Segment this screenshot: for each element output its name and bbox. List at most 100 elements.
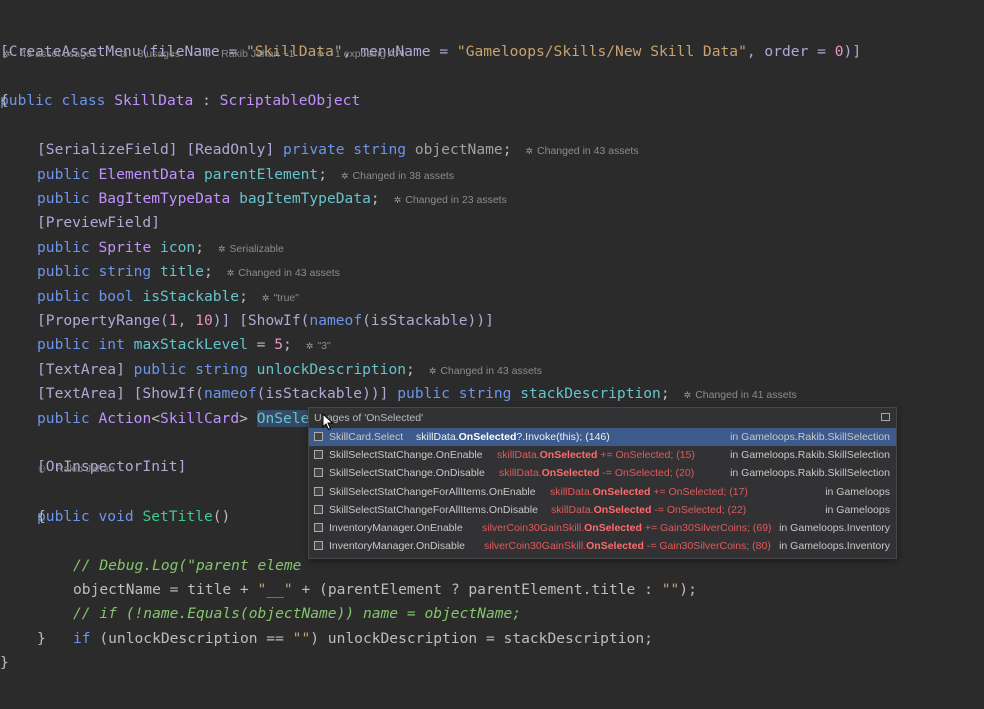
code-line[interactable]: public ElementData parentElement; ✲ Change… bbox=[37, 139, 454, 183]
code-token: "" bbox=[292, 630, 311, 647]
code-line[interactable]: [PreviewField] bbox=[37, 187, 160, 231]
code-token: Action bbox=[98, 410, 152, 427]
close-brace: } bbox=[0, 654, 9, 671]
code-token: > bbox=[239, 410, 257, 427]
usage-name: SkillSelectStatChangeForAllItems.OnEnabl… bbox=[329, 485, 536, 498]
code-brace[interactable]: { bbox=[37, 505, 46, 529]
pin-icon[interactable] bbox=[881, 413, 890, 421]
code-file-icon bbox=[314, 468, 323, 478]
code-token: ); bbox=[679, 581, 697, 598]
code-file-icon bbox=[314, 522, 323, 532]
code-line[interactable]: public BagItemTypeData bagItemTypeData; ✲… bbox=[37, 163, 507, 207]
usage-location: in Gameloops.Rakib.SkillSelection bbox=[730, 431, 890, 443]
usages-link[interactable]: ⊡ 8 usages bbox=[120, 48, 190, 60]
api-icon: ⟳ bbox=[317, 49, 325, 59]
usage-row[interactable]: SkillSelectStatChange.OnEnable skillData… bbox=[309, 446, 896, 464]
code-token: ScriptableObject bbox=[219, 92, 361, 109]
inlay-hint[interactable]: ✲ Changed in 23 assets bbox=[394, 194, 507, 206]
mouse-cursor-icon bbox=[322, 413, 334, 431]
usage-code: silverCoin30GainSkill.OnSelected += Gain… bbox=[482, 521, 772, 534]
usage-code: skillData.OnSelected -= OnSelected; (20) bbox=[499, 467, 695, 480]
usage-location: in Gameloops.Rakib.SkillSelection bbox=[730, 467, 890, 480]
author-link[interactable]: ⚇ Rakib Jahan +1 bbox=[203, 48, 304, 60]
code-token: () bbox=[212, 508, 231, 525]
exposing-api-link[interactable]: ⟳ 1 exposing API bbox=[317, 48, 415, 60]
code-file-icon bbox=[314, 486, 323, 496]
usage-row[interactable]: SkillCard.Select skillData.OnSelected?.I… bbox=[309, 428, 896, 447]
asset-usages-link[interactable]: ✲ 43 asset usages bbox=[3, 48, 107, 60]
code-token: "" bbox=[661, 581, 680, 598]
usage-name: SkillCard.Select bbox=[329, 431, 404, 443]
code-brace[interactable]: } bbox=[37, 627, 46, 651]
usage-code: skillData.OnSelected += OnSelected; (17) bbox=[550, 485, 748, 498]
code-token: (unlockDescription == bbox=[99, 630, 293, 647]
code-file-icon bbox=[314, 541, 323, 551]
code-line[interactable]: [TextArea] [ShowIf(nameof(isStackable))]… bbox=[37, 358, 797, 402]
code-line[interactable]: [OnInspectorInit] bbox=[37, 431, 186, 475]
code-token: ; bbox=[502, 141, 512, 158]
code-brace[interactable]: { bbox=[0, 89, 9, 113]
usage-location: in Gameloops bbox=[825, 485, 890, 498]
code-file-icon bbox=[314, 504, 323, 514]
code-line[interactable]: public int maxStackLevel = 5; ✲ "3" bbox=[37, 309, 331, 353]
code-token: ; bbox=[660, 385, 670, 402]
code-line[interactable]: [SerializeField] [ReadOnly] private stri… bbox=[37, 114, 639, 158]
usage-location: in Gameloops.Rakib.SkillSelection bbox=[730, 449, 890, 462]
code-token: "Gameloops/Skills/New Skill Data" bbox=[456, 43, 747, 60]
usage-row[interactable]: SkillSelectStatChangeForAllItems.OnEnabl… bbox=[309, 483, 896, 501]
code-line[interactable]: if (unlockDescription == "") unlockDescr… bbox=[73, 603, 653, 647]
code-token: public bbox=[37, 410, 99, 427]
codelens-bar: ✲ 43 asset usages ⊡ 8 usages ⚇ Rakib Jahan … bbox=[3, 44, 425, 64]
codelens-author[interactable]: ⚇ Rakib Jahan bbox=[38, 459, 124, 479]
code-token: (isStackable))] bbox=[362, 312, 494, 329]
code-line[interactable]: public void SetTitle() bbox=[37, 481, 230, 525]
usage-code: skillData.OnSelected -= OnSelected; (22) bbox=[551, 503, 747, 516]
code-line[interactable]: // Debug.Log("parent eleme bbox=[73, 530, 301, 574]
usage-row[interactable]: SkillSelectStatChangeForAllItems.OnDisab… bbox=[309, 501, 896, 519]
code-token: public string bbox=[397, 385, 521, 402]
usages-icon: ⊡ bbox=[119, 49, 128, 59]
user-icon: ⚇ bbox=[203, 49, 212, 59]
code-token: SkillCard bbox=[160, 410, 240, 427]
code-token: : bbox=[193, 92, 220, 109]
code-token: ; bbox=[370, 190, 380, 207]
code-token: SetTitle bbox=[142, 508, 213, 525]
code-token: if bbox=[73, 630, 100, 647]
usage-row[interactable]: SkillSelectStatChange.OnDisable skillDat… bbox=[309, 464, 896, 482]
code-token: )] bbox=[843, 43, 862, 60]
usage-name: InventoryManager.OnDisable bbox=[329, 540, 465, 553]
usage-row[interactable]: InventoryManager.OnDisable silverCoin30G… bbox=[309, 537, 896, 555]
usage-code: silverCoin30GainSkill.OnSelected -= Gain… bbox=[484, 540, 771, 553]
usage-location: in Gameloops.Inventory bbox=[779, 540, 890, 553]
code-line[interactable]: public Action<SkillCard> OnSelected; bbox=[37, 383, 353, 427]
usage-name: SkillSelectStatChangeForAllItems.OnDisab… bbox=[329, 503, 538, 516]
code-token: , order = bbox=[746, 43, 835, 60]
code-token: public class bbox=[0, 92, 115, 109]
code-token: < bbox=[151, 410, 161, 427]
inlay-hint[interactable]: ✲ Changed in 41 assets bbox=[684, 389, 797, 401]
code-line-class[interactable]: public class SkillData : ScriptableObjec… bbox=[0, 65, 360, 109]
code-token: public void bbox=[37, 508, 143, 525]
code-line[interactable]: public Sprite icon; ✲ Serializable bbox=[37, 212, 284, 256]
inlay-hint[interactable]: ✲ Changed in 43 assets bbox=[525, 145, 638, 157]
usage-code: skillData.OnSelected += OnSelected; (15) bbox=[497, 449, 695, 462]
usage-name: SkillSelectStatChange.OnEnable bbox=[329, 449, 483, 462]
code-line[interactable]: public bool isStackable; ✲ "true" bbox=[37, 261, 299, 305]
usage-row[interactable]: InventoryManager.OnEnable silverCoin30Ga… bbox=[309, 519, 896, 537]
code-file-icon bbox=[314, 432, 323, 441]
unity-icon: ✲ bbox=[3, 49, 11, 59]
usage-name: SkillSelectStatChange.OnDisable bbox=[329, 467, 485, 480]
unity-icon: ✲ bbox=[525, 146, 534, 156]
code-line[interactable]: [TextArea] public string unlockDescripti… bbox=[37, 334, 542, 378]
popup-header: Usages of 'OnSelected' bbox=[309, 408, 896, 428]
usage-location: in Gameloops.Inventory bbox=[779, 521, 890, 534]
usages-popup: Usages of 'OnSelected' SkillCard.Select … bbox=[308, 407, 897, 559]
code-line[interactable]: [PropertyRange(1, 10)] [ShowIf(nameof(is… bbox=[37, 285, 494, 329]
usage-code: skillData.OnSelected?.Invoke(this); (146… bbox=[416, 431, 610, 443]
code-brace[interactable]: } bbox=[0, 651, 9, 675]
usage-name: InventoryManager.OnEnable bbox=[329, 521, 463, 534]
code-line-create-asset-menu[interactable]: [CreateAssetMenu(fileName = "SkillData",… bbox=[0, 16, 861, 60]
code-line[interactable]: public string title; ✲ Changed in 43 asset… bbox=[37, 236, 340, 280]
code-line[interactable]: // if (!name.Equals(objectName)) name = … bbox=[73, 578, 521, 622]
code-token: stackDescription bbox=[520, 385, 661, 402]
